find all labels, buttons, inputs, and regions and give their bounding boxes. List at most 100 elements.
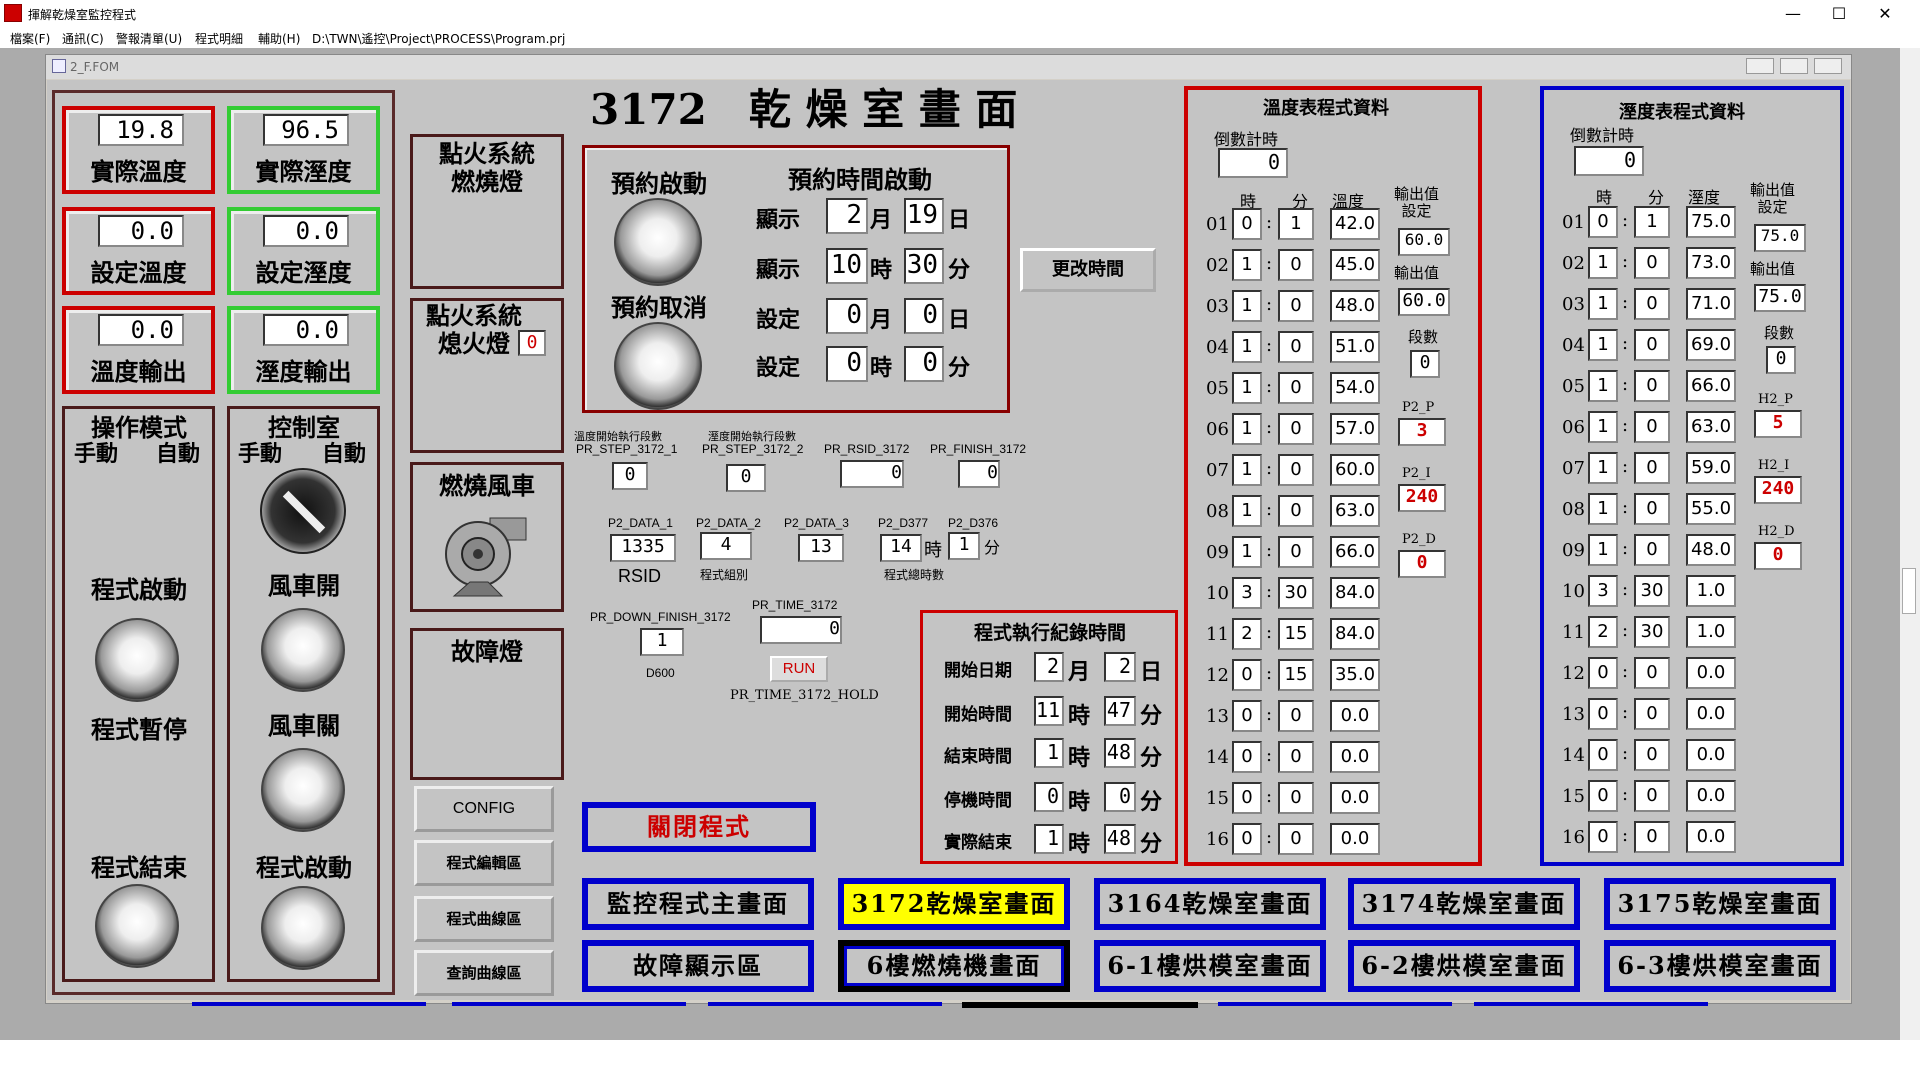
temp_table-min-cell[interactable]: 0 <box>1278 700 1314 732</box>
fan-on-knob[interactable] <box>261 608 345 692</box>
hum_table-value-cell[interactable]: 73.0 <box>1686 247 1736 279</box>
temp_table-min-cell[interactable]: 15 <box>1278 659 1314 691</box>
program-curve-button[interactable]: 程式曲線區 <box>414 896 554 942</box>
scroll-thumb[interactable] <box>1902 568 1916 614</box>
hum_table-value-cell[interactable]: 66.0 <box>1686 370 1736 402</box>
hum_table-min-cell[interactable]: 0 <box>1634 657 1670 689</box>
nav-button[interactable]: 3174乾燥室畫面 <box>1348 878 1580 930</box>
temp_table-d-value[interactable]: 0 <box>1398 550 1446 578</box>
temp_table-p-value[interactable]: 3 <box>1398 418 1446 446</box>
temp_table-value-cell[interactable]: 35.0 <box>1330 659 1380 691</box>
hum_table-value-cell[interactable]: 71.0 <box>1686 288 1736 320</box>
hum_table-min-cell[interactable]: 1 <box>1634 206 1670 238</box>
hum_table-min-cell[interactable]: 0 <box>1634 452 1670 484</box>
hum_table-value-cell[interactable]: 48.0 <box>1686 534 1736 566</box>
temp_table-min-cell[interactable]: 0 <box>1278 331 1314 363</box>
temp_table-value-cell[interactable]: 48.0 <box>1330 290 1380 322</box>
hum_table-min-cell[interactable]: 0 <box>1634 247 1670 279</box>
hum_table-value-cell[interactable]: 1.0 <box>1686 616 1736 648</box>
hum_table-min-cell[interactable]: 0 <box>1634 370 1670 402</box>
hum_table-hour-cell[interactable]: 1 <box>1588 370 1618 402</box>
program-start-knob[interactable] <box>95 618 179 702</box>
hum_table-value-cell[interactable]: 0.0 <box>1686 780 1736 812</box>
config-button[interactable]: CONFIG <box>414 786 554 832</box>
hum_table-min-cell[interactable]: 0 <box>1634 534 1670 566</box>
hum_table-value-cell[interactable]: 0.0 <box>1686 657 1736 689</box>
nav-button[interactable]: 6-1樓烘模室畫面 <box>1094 940 1326 992</box>
temp_table-hour-cell[interactable]: 1 <box>1232 413 1262 445</box>
temp_table-value-cell[interactable]: 51.0 <box>1330 331 1380 363</box>
hum_table-hour-cell[interactable]: 0 <box>1588 739 1618 771</box>
temp_table-value-cell[interactable]: 60.0 <box>1330 454 1380 486</box>
menu-alarms[interactable]: 警報清單(U) <box>116 30 182 47</box>
temp_table-min-cell[interactable]: 0 <box>1278 741 1314 773</box>
hum_table-min-cell[interactable]: 0 <box>1634 493 1670 525</box>
temp_table-hour-cell[interactable]: 1 <box>1232 372 1262 404</box>
vertical-scrollbar[interactable] <box>1900 48 1920 1040</box>
hum_table-value-cell[interactable]: 1.0 <box>1686 575 1736 607</box>
query-curve-button[interactable]: 查詢曲線區 <box>414 950 554 996</box>
temp_table-value-cell[interactable]: 0.0 <box>1330 700 1380 732</box>
run-button[interactable]: RUN <box>770 656 828 682</box>
hum_table-hour-cell[interactable]: 1 <box>1588 288 1618 320</box>
nav-button[interactable]: 故障顯示區 <box>582 940 814 992</box>
temp_table-value-cell[interactable]: 0.0 <box>1330 782 1380 814</box>
child-minimize-button[interactable] <box>1746 58 1774 74</box>
schedule-start-knob[interactable] <box>614 198 702 286</box>
temp_table-value-cell[interactable]: 66.0 <box>1330 536 1380 568</box>
close-program-button[interactable]: 關閉程式 <box>582 802 816 852</box>
nav-button[interactable]: 監控程式主畫面 <box>582 878 814 930</box>
temp_table-min-cell[interactable]: 0 <box>1278 454 1314 486</box>
hum_table-hour-cell[interactable]: 0 <box>1588 821 1618 853</box>
temp_table-min-cell[interactable]: 15 <box>1278 618 1314 650</box>
hum_table-value-cell[interactable]: 0.0 <box>1686 821 1736 853</box>
temp_table-value-cell[interactable]: 0.0 <box>1330 823 1380 855</box>
temp_table-min-cell[interactable]: 0 <box>1278 782 1314 814</box>
temp_table-hour-cell[interactable]: 1 <box>1232 536 1262 568</box>
hum_table-p-value[interactable]: 5 <box>1754 410 1802 438</box>
temp_table-min-cell[interactable]: 0 <box>1278 372 1314 404</box>
temp_table-hour-cell[interactable]: 1 <box>1232 249 1262 281</box>
hum_table-min-cell[interactable]: 0 <box>1634 329 1670 361</box>
temp_table-min-cell[interactable]: 0 <box>1278 249 1314 281</box>
hum_table-hour-cell[interactable]: 1 <box>1588 411 1618 443</box>
hum_table-hour-cell[interactable]: 2 <box>1588 616 1618 648</box>
temp_table-hour-cell[interactable]: 1 <box>1232 495 1262 527</box>
nav-button[interactable]: 6樓燃燒機畫面 <box>838 940 1070 992</box>
temp_table-value-cell[interactable]: 57.0 <box>1330 413 1380 445</box>
hum_table-hour-cell[interactable]: 1 <box>1588 329 1618 361</box>
temp_table-value-cell[interactable]: 42.0 <box>1330 208 1380 240</box>
menu-help[interactable]: 輔助(H) <box>258 30 300 47</box>
hum_table-hour-cell[interactable]: 0 <box>1588 657 1618 689</box>
menu-comm[interactable]: 通訊(C) <box>62 30 104 47</box>
temp_table-min-cell[interactable]: 30 <box>1278 577 1314 609</box>
hum_table-d-value[interactable]: 0 <box>1754 542 1802 570</box>
temp_table-min-cell[interactable]: 0 <box>1278 413 1314 445</box>
temp_table-value-cell[interactable]: 84.0 <box>1330 577 1380 609</box>
temp_table-min-cell[interactable]: 1 <box>1278 208 1314 240</box>
temp_table-out-set-value[interactable]: 60.0 <box>1398 228 1450 256</box>
schedule-cancel-knob[interactable] <box>614 322 702 410</box>
temp_table-value-cell[interactable]: 84.0 <box>1330 618 1380 650</box>
hum_table-hour-cell[interactable]: 1 <box>1588 534 1618 566</box>
temp_table-hour-cell[interactable]: 1 <box>1232 454 1262 486</box>
nav-button[interactable]: 3164乾燥室畫面 <box>1094 878 1326 930</box>
hum_table-hour-cell[interactable]: 1 <box>1588 452 1618 484</box>
hum_table-value-cell[interactable]: 55.0 <box>1686 493 1736 525</box>
hum_table-min-cell[interactable]: 30 <box>1634 616 1670 648</box>
hum_table-min-cell[interactable]: 0 <box>1634 780 1670 812</box>
close-button[interactable]: ✕ <box>1862 0 1908 28</box>
hum_table-min-cell[interactable]: 0 <box>1634 411 1670 443</box>
temp_table-value-cell[interactable]: 63.0 <box>1330 495 1380 527</box>
temp_table-hour-cell[interactable]: 1 <box>1232 331 1262 363</box>
hum_table-hour-cell[interactable]: 1 <box>1588 247 1618 279</box>
hum_table-value-cell[interactable]: 0.0 <box>1686 698 1736 730</box>
temp_table-hour-cell[interactable]: 1 <box>1232 290 1262 322</box>
temp_table-value-cell[interactable]: 54.0 <box>1330 372 1380 404</box>
hum_table-min-cell[interactable]: 0 <box>1634 739 1670 771</box>
temp_table-hour-cell[interactable]: 3 <box>1232 577 1262 609</box>
hum_table-hour-cell[interactable]: 0 <box>1588 206 1618 238</box>
minimize-button[interactable]: — <box>1770 0 1816 28</box>
hum_table-value-cell[interactable]: 63.0 <box>1686 411 1736 443</box>
menu-program-detail[interactable]: 程式明細 <box>195 30 243 47</box>
